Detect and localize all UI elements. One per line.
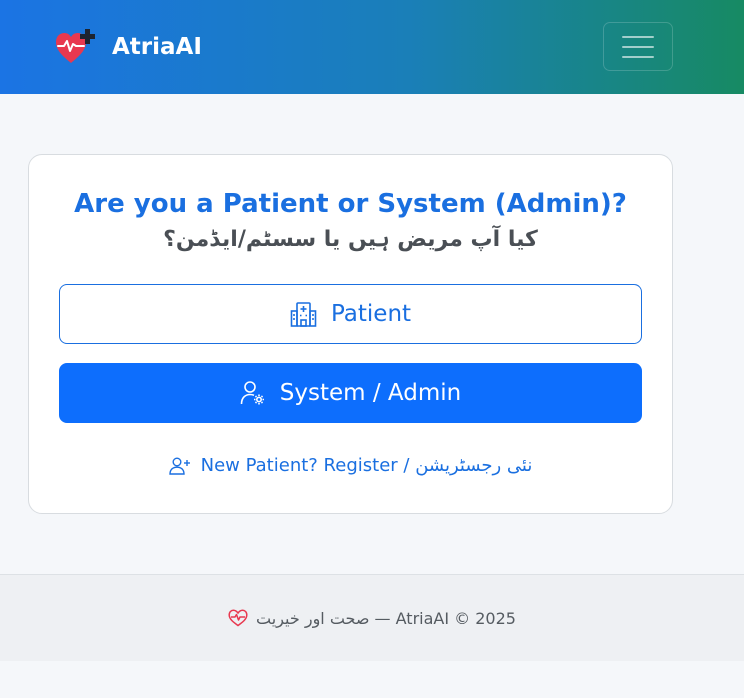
hamburger-icon-line [622,55,654,58]
navbar: AtriaAI [0,0,744,94]
brand-link[interactable]: AtriaAI [54,27,202,67]
patient-button[interactable]: Patient [59,284,642,344]
system-admin-button-label: System / Admin [279,380,462,406]
page-bottom [0,661,744,698]
person-plus-icon [168,457,191,475]
hospital-icon [290,301,317,328]
role-selection-card: Are you a Patient or System (Admin)? کیا… [28,154,673,514]
register-link-label: New Patient? Register / نئی رجسٹریشن [200,455,533,476]
page-title-english: Are you a Patient or System (Admin)? [74,189,627,219]
register-link[interactable]: New Patient? Register / نئی رجسٹریشن [29,455,672,476]
brand-name: AtriaAI [112,34,202,60]
person-gear-icon [240,380,266,406]
hamburger-icon-line [622,35,654,38]
system-admin-button[interactable]: System / Admin [59,363,642,423]
menu-toggle-button[interactable] [603,22,673,71]
footer-text: صحت اور خیریت — AtriaAI © 2025 [256,608,516,628]
patient-button-label: Patient [330,301,412,327]
page-title-urdu: کیا آپ مریض ہیں یا سسٹم/ایڈمن؟ [163,227,538,252]
heart-pulse-icon [228,609,248,627]
heart-pulse-plus-icon [54,28,96,66]
hamburger-icon-line [622,45,654,48]
footer: صحت اور خیریت — AtriaAI © 2025 [0,574,744,661]
